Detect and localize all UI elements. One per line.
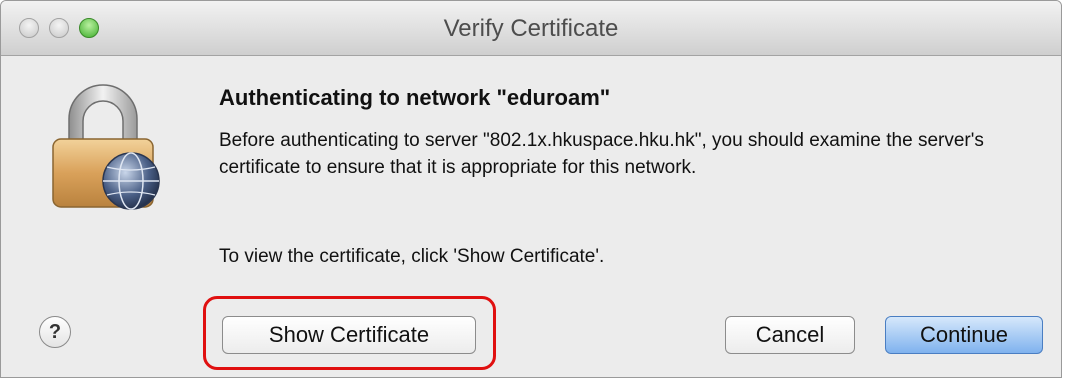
help-button[interactable]: ? bbox=[39, 316, 71, 348]
cancel-button[interactable]: Cancel bbox=[725, 316, 855, 354]
dialog-message: Before authenticating to server "802.1x.… bbox=[219, 130, 984, 178]
continue-button[interactable]: Continue bbox=[885, 316, 1043, 354]
show-certificate-button[interactable]: Show Certificate bbox=[222, 316, 476, 354]
dialog-instruction: To view the certificate, click 'Show Cer… bbox=[219, 246, 605, 267]
lock-globe-icon bbox=[52, 84, 160, 210]
verify-certificate-dialog: Verify Certificate Authenticating to net… bbox=[0, 0, 1062, 378]
window-title: Verify Certificate bbox=[443, 15, 619, 42]
title-bar: Verify Certificate bbox=[1, 1, 1061, 56]
dialog-heading: Authenticating to network "eduroam" bbox=[219, 85, 611, 110]
